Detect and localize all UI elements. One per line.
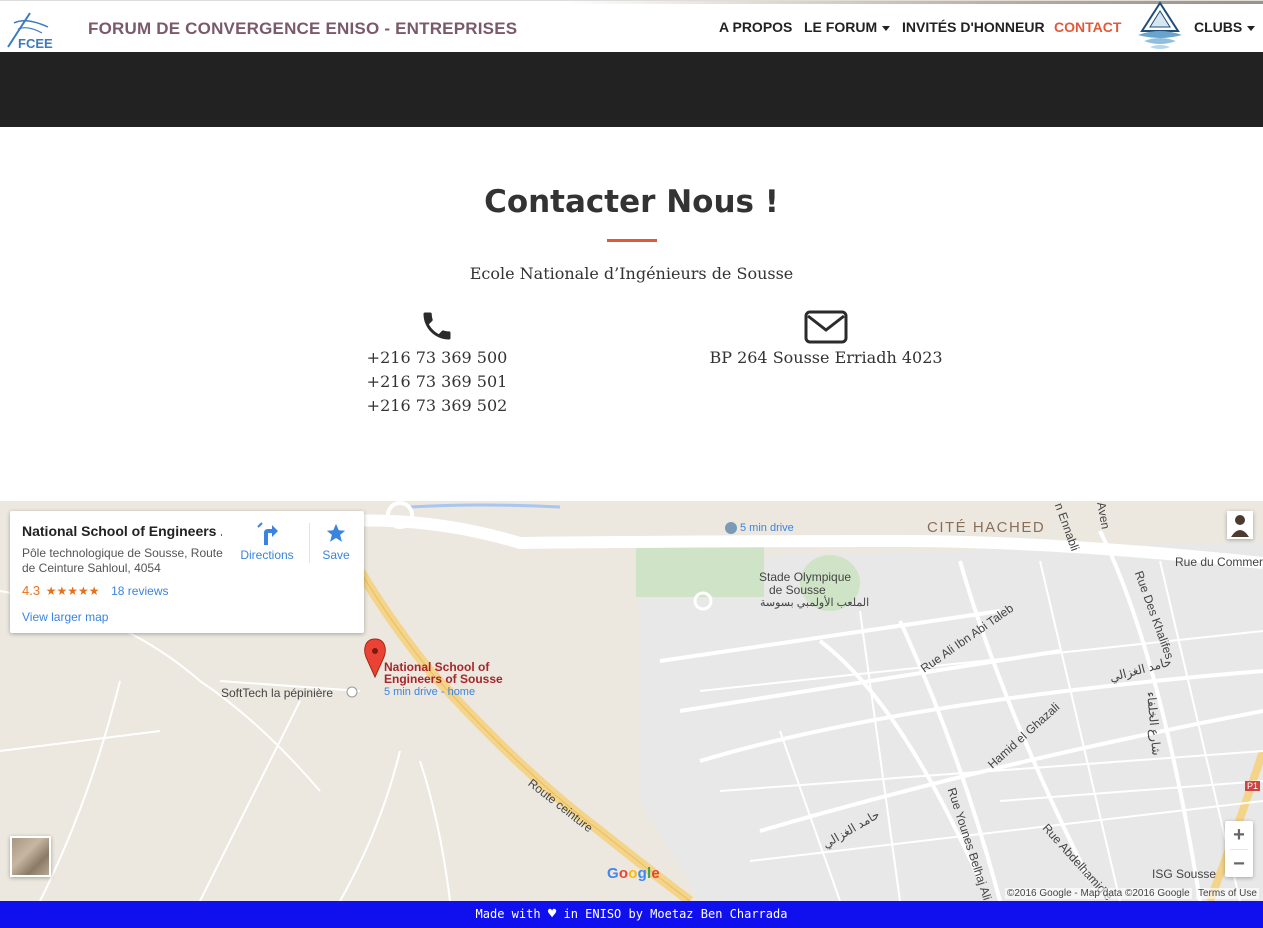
club-logo[interactable] — [1134, 1, 1186, 53]
person-icon — [1231, 515, 1249, 537]
chevron-down-icon — [882, 25, 891, 31]
directions-button[interactable]: Directions — [236, 521, 298, 562]
map-label-drive: 5 min drive — [740, 522, 794, 534]
zoom-controls: + − — [1225, 821, 1253, 877]
footer-made-with: Made with — [475, 907, 541, 921]
reviews-link[interactable]: 18 reviews — [111, 584, 168, 598]
phone-column: +216 73 369 500 +216 73 369 501 +216 73 … — [337, 308, 537, 418]
google-map[interactable]: 5 min drive CITÉ HACHED Stade Olympique … — [0, 501, 1263, 901]
logo-text: FCEE — [18, 36, 53, 51]
map-pin-sub: 5 min drive - home — [384, 686, 476, 698]
place-title[interactable]: National School of Engineers ... — [22, 523, 222, 539]
navbar: FCEE FORUM DE CONVERGENCE ENISO - ENTREP… — [0, 0, 1263, 52]
google-logo: Google — [607, 865, 660, 882]
map-label-cite: CITÉ HACHED — [927, 519, 1046, 536]
phone-1[interactable]: +216 73 369 500 — [337, 346, 537, 370]
street-view-pegman[interactable] — [1227, 511, 1253, 539]
nav-a-propos[interactable]: A PROPOS — [719, 19, 792, 35]
footer-credit: in ENISO by Moetaz Ben Charrada — [563, 907, 788, 921]
zoom-in-button[interactable]: + — [1225, 821, 1253, 849]
view-larger-map-link[interactable]: View larger map — [22, 610, 108, 624]
school-name: Ecole Nationale d’Ingénieurs de Sousse — [469, 264, 794, 283]
map-label-isg: ISG Sousse — [1152, 867, 1217, 881]
nav-le-forum-label: LE FORUM — [804, 19, 878, 35]
map-label-commerce: Rue du Commerce — [1175, 555, 1263, 569]
nav-le-forum[interactable]: LE FORUM — [804, 19, 891, 35]
place-address: Pôle technologique de Sousse, Route de C… — [22, 546, 223, 575]
card-divider — [309, 523, 310, 563]
fcee-logo[interactable]: FCEE — [4, 7, 60, 51]
save-button[interactable]: Save — [318, 521, 354, 562]
nav-invites[interactable]: INVITÉS D'HONNEUR — [902, 19, 1045, 35]
star-rating-icon: ★★★★★ — [45, 584, 100, 598]
place-info-card: National School of Engineers ... Pôle te… — [10, 511, 364, 633]
map-label-p1: P1 — [1245, 781, 1261, 791]
nav-contact[interactable]: CONTACT — [1054, 19, 1121, 35]
page-title: Contacter Nous ! — [484, 184, 779, 220]
brand-title[interactable]: FORUM DE CONVERGENCE ENISO - ENTREPRISES — [88, 19, 517, 39]
map-label-softtech: SoftTech la pépinière — [221, 686, 334, 700]
nav-clubs[interactable]: CLUBS — [1194, 19, 1256, 35]
phone-3[interactable]: +216 73 369 502 — [337, 394, 537, 418]
nav-clubs-label: CLUBS — [1194, 19, 1243, 35]
map-label-stade1: Stade Olympique — [759, 570, 852, 584]
postal-address: BP 264 Sousse Erriadh 4023 — [709, 348, 943, 367]
directions-label: Directions — [240, 548, 294, 562]
footer: Made with ♥ in ENISO by Moetaz Ben Charr… — [0, 901, 1263, 928]
phone-2[interactable]: +216 73 369 501 — [337, 370, 537, 394]
heart-icon: ♥ — [547, 906, 557, 922]
map-label-stade-ar: الملعب الأولمبي بسوسة — [760, 597, 870, 609]
chevron-down-icon — [1247, 25, 1256, 31]
mail-column: BP 264 Sousse Erriadh 4023 — [690, 308, 962, 370]
rating-value: 4.3 — [22, 583, 41, 598]
place-rating: 4.3 ★★★★★ 18 reviews — [22, 583, 168, 598]
save-label: Save — [322, 548, 350, 562]
hero-band — [0, 52, 1263, 127]
satellite-toggle[interactable] — [10, 836, 51, 877]
map-label-stade2: de Sousse — [769, 583, 826, 597]
zoom-out-button[interactable]: − — [1225, 850, 1253, 878]
directions-icon — [257, 522, 278, 545]
star-icon — [326, 523, 346, 542]
pin-label-line2: Engineers of Sousse — [384, 672, 503, 686]
terms-link[interactable]: Terms of Use — [1196, 888, 1259, 899]
map-copyright: ©2016 Google - Map data ©2016 Google — [1005, 888, 1192, 899]
map-pin-label: National School of Engineers of Sousse — [384, 661, 503, 685]
title-underline — [607, 239, 657, 242]
phone-icon — [423, 312, 451, 340]
envelope-icon — [804, 310, 848, 344]
